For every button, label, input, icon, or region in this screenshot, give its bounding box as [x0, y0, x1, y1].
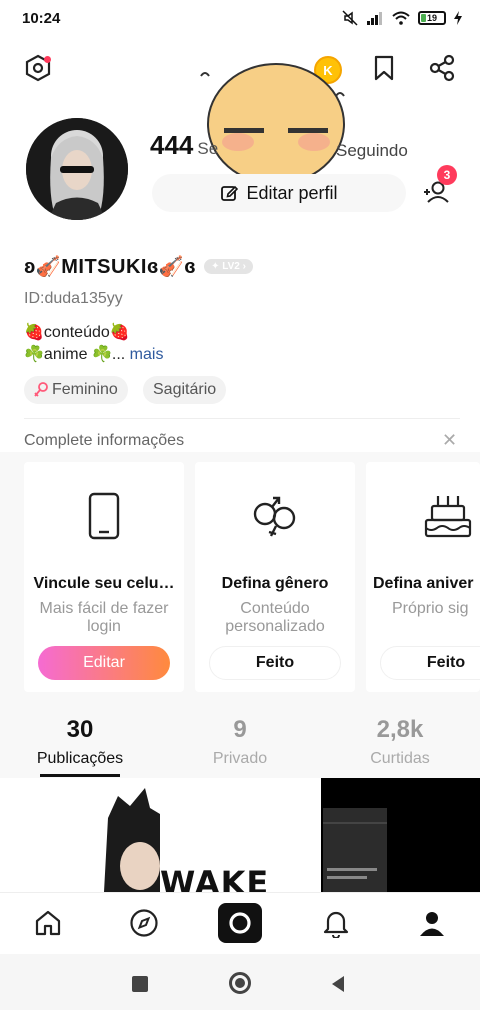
- card-set-gender[interactable]: Defina gênero Conteúdo personalizado Fei…: [195, 462, 355, 692]
- bio-line-2: ☘️anime ☘️... mais: [24, 346, 164, 363]
- followers-count: 444: [150, 130, 194, 160]
- anime-character-image: [104, 788, 160, 892]
- phone-icon: [88, 492, 120, 540]
- camera-icon: [229, 912, 251, 934]
- wifi-icon: [392, 11, 410, 25]
- nav-home[interactable]: [28, 903, 68, 943]
- bottom-nav: [0, 892, 480, 954]
- likes-label: Curtidas: [370, 750, 430, 767]
- complete-info-title: Complete informações: [24, 432, 185, 449]
- posts-grid: WAKE UP: [0, 778, 480, 892]
- avatar[interactable]: [26, 118, 128, 220]
- post-thumbnail[interactable]: [0, 778, 160, 892]
- private-count: 9: [233, 716, 247, 743]
- edit-profile-label: Editar perfil: [246, 182, 338, 203]
- avatar-image: [26, 118, 128, 220]
- share-button[interactable]: [424, 50, 460, 86]
- home-icon: [35, 910, 61, 936]
- system-navigation-bar: [0, 954, 480, 1010]
- screenshot-image: [323, 808, 387, 892]
- card-subtitle: Próprio sig: [392, 600, 469, 617]
- notification-badge: 3: [437, 165, 457, 185]
- user-id[interactable]: ID:duda135yy: [24, 290, 123, 308]
- bio-more-link[interactable]: mais: [130, 346, 164, 363]
- battery-level: 19: [426, 13, 437, 23]
- private-label: Privado: [212, 750, 268, 767]
- post-thumbnail[interactable]: WAKE UP: [160, 778, 321, 892]
- done-button[interactable]: Feito: [209, 646, 341, 680]
- tab-posts[interactable]: 30 Publicações: [20, 716, 140, 768]
- gender-icon: [253, 496, 296, 537]
- tab-likes[interactable]: 2,8k Curtidas: [340, 716, 460, 768]
- home-dot-icon: [235, 978, 245, 988]
- bell-icon: [323, 911, 349, 938]
- posts-count: 30: [66, 716, 94, 743]
- post-thumbnail[interactable]: [321, 778, 480, 892]
- divider: [24, 418, 460, 419]
- card-title: Vincule seu celu…: [33, 575, 175, 592]
- level-badge[interactable]: ✦ LV2 ›: [204, 259, 253, 274]
- recent-apps-button[interactable]: [132, 976, 148, 992]
- female-icon: [34, 382, 48, 397]
- zodiac-tag-label: Sagitário: [153, 381, 217, 398]
- wake-up-text: WAKE UP: [160, 864, 270, 892]
- gender-tag[interactable]: Feminino: [24, 376, 128, 404]
- card-set-birthday[interactable]: Defina aniver Próprio sig Feito: [366, 462, 480, 692]
- edit-icon: [221, 185, 239, 201]
- following-label[interactable]: Seguindo: [336, 141, 408, 161]
- home-system-button[interactable]: [229, 972, 251, 994]
- signal-icon: [367, 12, 382, 25]
- followers-stat[interactable]: 444 Se: [150, 130, 218, 161]
- gender-tag-label: Feminino: [52, 381, 118, 398]
- username: ʚ🎻MITSUKIɞ🎻ɞ: [24, 256, 197, 278]
- followers-label: Se: [197, 139, 219, 158]
- bookmark-icon: [374, 55, 394, 81]
- card-subtitle: Mais fácil de fazer login: [39, 600, 169, 635]
- cake-icon: [424, 496, 472, 538]
- likes-count: 2,8k: [376, 716, 424, 743]
- share-icon: [429, 54, 455, 82]
- battery-icon: 19: [418, 11, 446, 25]
- edit-button[interactable]: Editar: [38, 646, 170, 680]
- posts-label: Publicações: [36, 750, 124, 767]
- nav-notifications[interactable]: [316, 903, 356, 943]
- status-bar: 10:24 19: [0, 0, 480, 36]
- blush-face-sticker: [200, 63, 345, 185]
- nav-camera[interactable]: [218, 903, 262, 943]
- mute-icon: [342, 10, 358, 26]
- charging-icon: [454, 11, 462, 25]
- card-subtitle: Conteúdo personalizado: [225, 600, 325, 635]
- close-icon[interactable]: ✕: [442, 430, 457, 451]
- done-button[interactable]: Feito: [380, 646, 480, 680]
- card-title: Defina gênero: [221, 575, 329, 592]
- settings-notification-dot: [44, 56, 51, 63]
- compass-icon: [130, 909, 158, 937]
- card-link-phone[interactable]: Vincule seu celu… Mais fácil de fazer lo…: [24, 462, 184, 692]
- zodiac-tag[interactable]: Sagitário: [143, 376, 227, 404]
- edit-profile-button[interactable]: Editar perfil: [152, 174, 406, 212]
- settings-button[interactable]: [20, 50, 56, 86]
- status-time: 10:24: [22, 9, 61, 27]
- bio-line-1: 🍓conteúdo🍓: [24, 324, 130, 341]
- tab-private[interactable]: 9 Privado: [180, 716, 300, 768]
- active-tab-indicator: [40, 774, 120, 777]
- nav-discover[interactable]: [124, 903, 164, 943]
- back-button[interactable]: [330, 975, 346, 993]
- card-title: Defina aniver: [373, 575, 474, 592]
- bookmark-button[interactable]: [366, 50, 402, 86]
- nav-profile[interactable]: [412, 903, 452, 943]
- profile-icon: [420, 912, 444, 936]
